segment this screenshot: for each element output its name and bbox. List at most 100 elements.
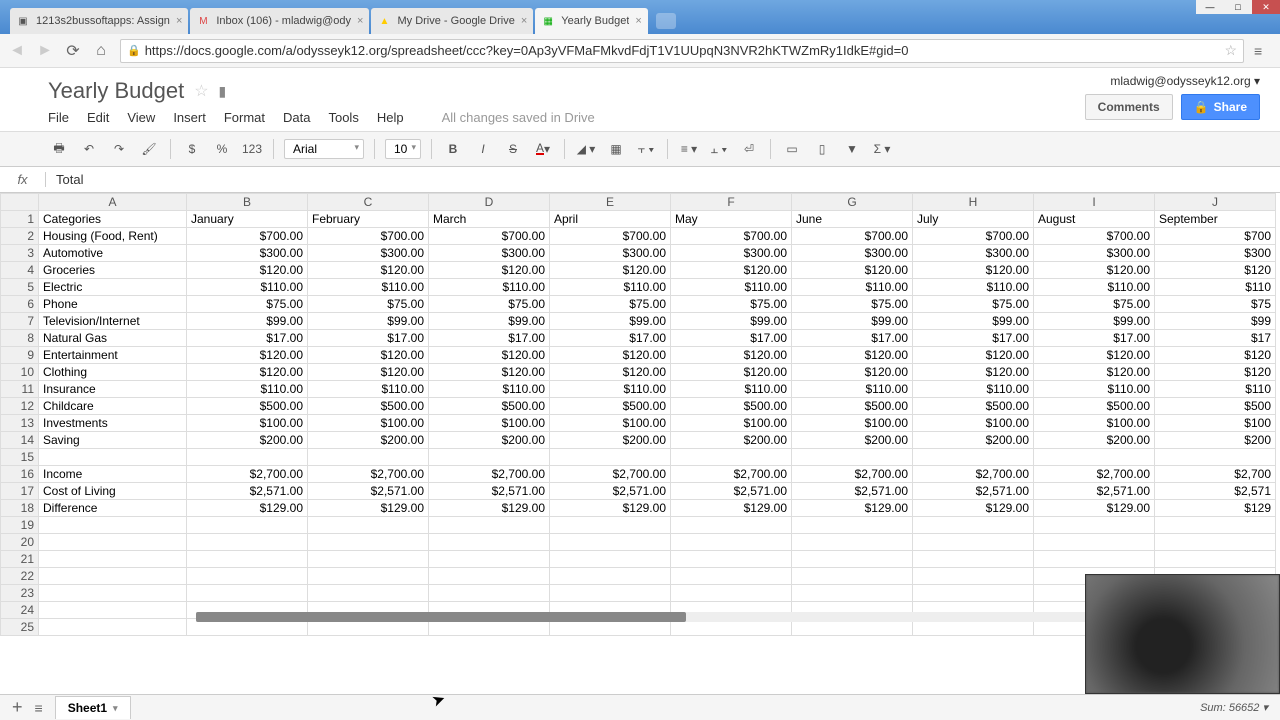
cell[interactable] (429, 551, 550, 568)
cell[interactable] (308, 585, 429, 602)
col-header-A[interactable]: A (39, 194, 187, 211)
doc-title[interactable]: Yearly Budget (48, 78, 184, 104)
cell[interactable] (308, 568, 429, 585)
cell[interactable]: $120.00 (187, 347, 308, 364)
cell[interactable]: $700.00 (1034, 228, 1155, 245)
cell[interactable]: $200.00 (671, 432, 792, 449)
row-header[interactable]: 12 (1, 398, 39, 415)
user-email[interactable]: mladwig@odysseyk12.org ▾ (1110, 74, 1260, 88)
cell[interactable]: $110.00 (671, 279, 792, 296)
cell[interactable]: $200 (1155, 432, 1276, 449)
cell[interactable] (792, 585, 913, 602)
cell[interactable]: $17.00 (550, 330, 671, 347)
cell[interactable]: $2,571.00 (1034, 483, 1155, 500)
cell[interactable] (187, 517, 308, 534)
cell[interactable]: $75.00 (671, 296, 792, 313)
cell[interactable] (308, 517, 429, 534)
new-tab-button[interactable] (656, 13, 676, 29)
cell[interactable]: $700.00 (550, 228, 671, 245)
cell[interactable] (1034, 449, 1155, 466)
cell[interactable]: $129.00 (187, 500, 308, 517)
row-header[interactable]: 24 (1, 602, 39, 619)
cell[interactable]: September (1155, 211, 1276, 228)
cell[interactable]: $110.00 (792, 381, 913, 398)
col-header-I[interactable]: I (1034, 194, 1155, 211)
currency-button[interactable]: $ (181, 138, 203, 160)
cell[interactable]: $129.00 (1034, 500, 1155, 517)
cell[interactable]: $100 (1155, 415, 1276, 432)
cell[interactable]: $120.00 (429, 364, 550, 381)
borders-icon[interactable]: ▦ (605, 138, 627, 160)
row-header[interactable]: 2 (1, 228, 39, 245)
cell[interactable]: $2,571.00 (792, 483, 913, 500)
cell[interactable]: $200.00 (792, 432, 913, 449)
cell[interactable]: $2,571.00 (308, 483, 429, 500)
print-icon[interactable]: 🖶 (48, 138, 70, 160)
cell[interactable]: $75.00 (308, 296, 429, 313)
cell[interactable]: $100.00 (187, 415, 308, 432)
tab-close-icon[interactable]: × (521, 15, 527, 27)
cell[interactable]: $17.00 (187, 330, 308, 347)
formula-input[interactable]: Total (46, 172, 1280, 187)
cell[interactable]: January (187, 211, 308, 228)
cell[interactable]: $129.00 (792, 500, 913, 517)
row-header[interactable]: 10 (1, 364, 39, 381)
cell[interactable] (792, 449, 913, 466)
redo-icon[interactable]: ↷ (108, 138, 130, 160)
cell[interactable]: $500 (1155, 398, 1276, 415)
cell[interactable] (550, 568, 671, 585)
col-header-J[interactable]: J (1155, 194, 1276, 211)
cell[interactable]: $120.00 (913, 364, 1034, 381)
cell[interactable] (671, 585, 792, 602)
url-bar[interactable]: 🔒 https://docs.google.com/a/odysseyk12.o… (120, 39, 1244, 63)
row-header[interactable]: 4 (1, 262, 39, 279)
cell[interactable]: $200.00 (308, 432, 429, 449)
row-header[interactable]: 22 (1, 568, 39, 585)
row-header[interactable]: 21 (1, 551, 39, 568)
select-all-corner[interactable] (1, 194, 39, 211)
browser-tab[interactable]: ▲My Drive - Google Drive× (371, 8, 533, 34)
cell[interactable]: $500.00 (187, 398, 308, 415)
cell[interactable]: $2,700.00 (792, 466, 913, 483)
cell[interactable]: $120.00 (913, 347, 1034, 364)
cell[interactable]: $120.00 (187, 262, 308, 279)
cell[interactable]: $110.00 (671, 381, 792, 398)
cell[interactable]: Cost of Living (39, 483, 187, 500)
cell[interactable] (39, 517, 187, 534)
cell[interactable]: $300.00 (550, 245, 671, 262)
cell[interactable]: Income (39, 466, 187, 483)
add-sheet-button[interactable]: + (12, 697, 23, 718)
forward-button[interactable]: ► (36, 42, 54, 60)
cell[interactable]: $110.00 (1034, 279, 1155, 296)
cell[interactable]: $100.00 (792, 415, 913, 432)
cell[interactable]: $200.00 (550, 432, 671, 449)
col-header-H[interactable]: H (913, 194, 1034, 211)
back-button[interactable]: ◄ (8, 42, 26, 60)
cell[interactable]: $100.00 (550, 415, 671, 432)
cell[interactable] (39, 449, 187, 466)
sum-display[interactable]: Sum: 56652 ▾ (1200, 701, 1268, 714)
cell[interactable]: $17.00 (913, 330, 1034, 347)
col-header-C[interactable]: C (308, 194, 429, 211)
cell[interactable]: $99.00 (671, 313, 792, 330)
cell[interactable]: $17 (1155, 330, 1276, 347)
cell[interactable]: $120.00 (550, 364, 671, 381)
cell[interactable] (187, 551, 308, 568)
cell[interactable]: $17.00 (1034, 330, 1155, 347)
cell[interactable]: $500.00 (1034, 398, 1155, 415)
cell[interactable] (671, 568, 792, 585)
merge-icon[interactable]: ⫟ ▾ (635, 138, 657, 160)
window-maximize[interactable]: □ (1224, 0, 1252, 14)
cell[interactable]: $110 (1155, 381, 1276, 398)
browser-tab[interactable]: MInbox (106) - mladwig@ody× (190, 8, 369, 34)
cell[interactable]: $2,571 (1155, 483, 1276, 500)
cell[interactable]: $129.00 (913, 500, 1034, 517)
cell[interactable]: Entertainment (39, 347, 187, 364)
cell[interactable] (913, 568, 1034, 585)
cell[interactable]: $75.00 (913, 296, 1034, 313)
cell[interactable]: $700.00 (913, 228, 1034, 245)
menu-help[interactable]: Help (377, 110, 404, 125)
menu-file[interactable]: File (48, 110, 69, 125)
cell[interactable] (429, 449, 550, 466)
doc-star-icon[interactable]: ☆ (194, 81, 208, 101)
